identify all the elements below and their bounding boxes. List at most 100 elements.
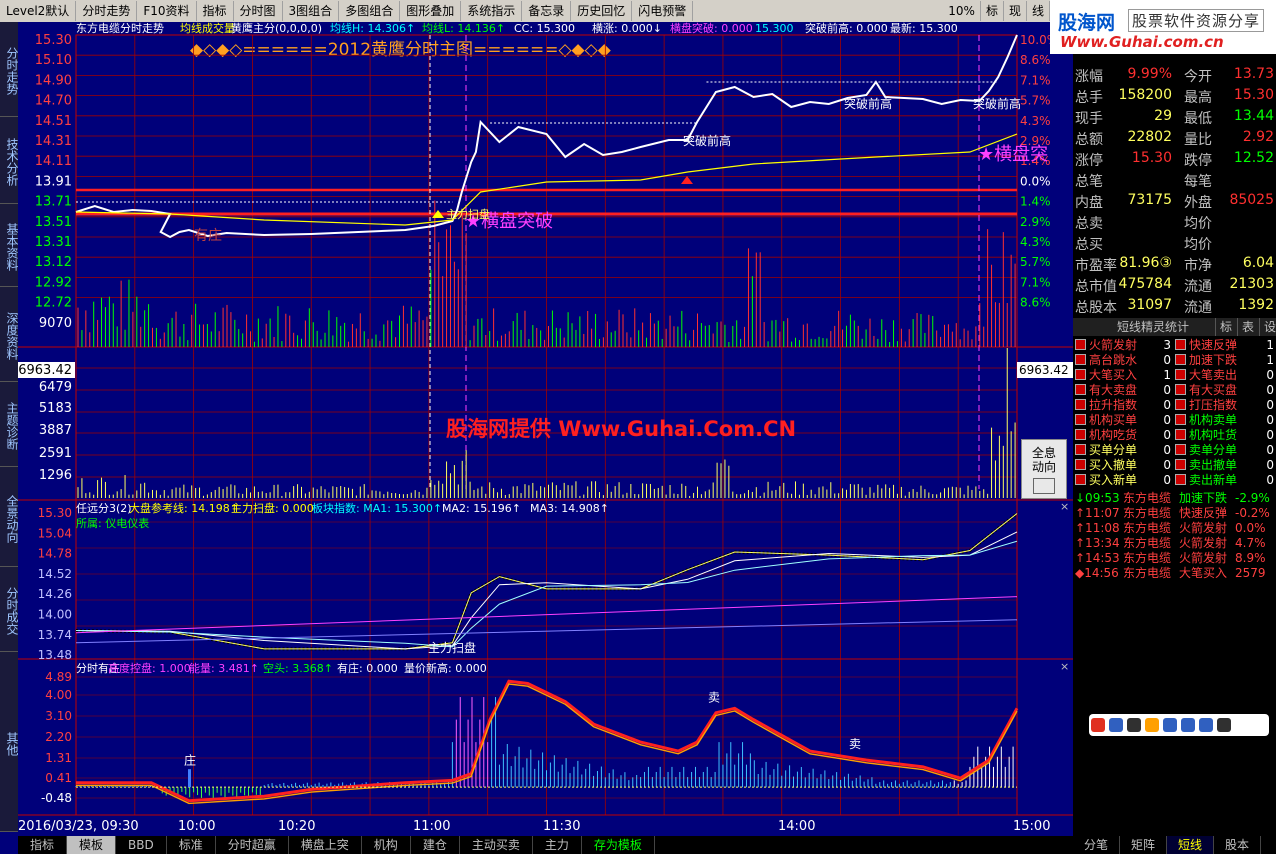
sprite-tab[interactable]: 标 [1215, 318, 1236, 336]
close-icon[interactable]: × [1060, 500, 1069, 513]
signal-row[interactable]: 拉升指数 0 [1075, 398, 1171, 413]
checkbox-icon[interactable] [1175, 444, 1186, 455]
checkbox-icon[interactable] [1075, 444, 1086, 455]
checkbox-icon[interactable] [1075, 474, 1086, 485]
left-tab[interactable]: 分时成交 [0, 567, 19, 652]
bottom-tab[interactable]: 标准 [166, 836, 216, 854]
menu-item[interactable]: 系统指示 [461, 1, 523, 21]
bottom-tab[interactable]: BBD [116, 836, 167, 854]
right-tab[interactable]: 分笔 [1073, 836, 1121, 854]
menu-item[interactable]: 历史回忆 [571, 1, 633, 21]
bottom-tab[interactable]: 指标 [18, 836, 68, 854]
toolbar-icon[interactable] [1181, 718, 1195, 732]
sprite-tab[interactable]: 表 [1237, 318, 1258, 336]
signal-row[interactable]: 有大买盘 0 [1175, 383, 1274, 398]
checkbox-icon[interactable] [1175, 354, 1186, 365]
bottom-tab[interactable]: 存为模板 [581, 836, 655, 854]
toolbar-icon[interactable] [1163, 718, 1177, 732]
checkbox-icon[interactable] [1075, 384, 1086, 395]
menu-toggle[interactable]: 线 [1027, 1, 1050, 21]
signal-row[interactable]: 加速下跌 1 [1175, 353, 1274, 368]
signal-row[interactable]: 机构吐货 0 [1175, 428, 1274, 443]
right-tab[interactable]: 矩阵 [1120, 836, 1168, 854]
toolbar-icon[interactable] [1199, 718, 1213, 732]
bottom-tab[interactable]: 主力 [532, 836, 582, 854]
signal-row[interactable]: 大笔卖出 0 [1175, 368, 1274, 383]
menu-item[interactable]: 指标 [197, 1, 234, 21]
signal-row[interactable]: 卖出撤单 0 [1175, 458, 1274, 473]
menu-toggle[interactable]: 标 [981, 1, 1004, 21]
checkbox-icon[interactable] [1175, 429, 1186, 440]
bottom-tab[interactable]: 模板 [67, 836, 117, 854]
left-tab[interactable]: 分时走势 [0, 22, 19, 117]
checkbox-icon[interactable] [1175, 369, 1186, 380]
menu-item[interactable]: 备忘录 [522, 1, 572, 21]
close-icon[interactable]: × [1060, 660, 1069, 673]
checkbox-icon[interactable] [1175, 399, 1186, 410]
signal-row[interactable]: 有大卖盘 0 [1075, 383, 1171, 398]
checkbox-icon[interactable] [1075, 399, 1086, 410]
right-tab[interactable]: 短线 [1167, 836, 1215, 854]
bottom-tab[interactable]: 主动买卖 [459, 836, 533, 854]
signal-row[interactable]: 卖出新单 0 [1175, 473, 1274, 488]
log-row[interactable]: ◆14:56 东方电缆 大笔买入 2579 [1075, 566, 1275, 581]
left-tab[interactable]: 其他 [0, 652, 19, 832]
log-row[interactable]: ↑13:34 东方电缆 火箭发射 4.7% [1075, 536, 1275, 551]
signal-row[interactable]: 买入新单 0 [1075, 473, 1171, 488]
signal-row[interactable]: 卖单分单 0 [1175, 443, 1274, 458]
left-tab[interactable]: 全景动向 [0, 467, 19, 567]
checkbox-icon[interactable] [1075, 369, 1086, 380]
menu-toggle[interactable]: 10% [943, 1, 981, 21]
intraday-chart[interactable]: 东方电缆分时走势 均线 成交量黄鹰主分(0,0,0,0) 均线H: 14.306↑ 均线… [18, 22, 1073, 836]
left-tab[interactable]: 基本资料 [0, 204, 19, 287]
signal-row[interactable]: 买入撤单 0 [1075, 458, 1171, 473]
left-tab[interactable]: 深度资料 [0, 287, 19, 382]
checkbox-icon[interactable] [1075, 339, 1086, 350]
checkbox-icon[interactable] [1175, 474, 1186, 485]
toolbar-icon[interactable] [1127, 718, 1141, 732]
toolbar-icon[interactable] [1091, 718, 1105, 732]
toolbar-icon[interactable] [1217, 718, 1231, 732]
checkbox-icon[interactable] [1075, 414, 1086, 425]
bottom-tab[interactable]: 机构 [361, 836, 411, 854]
signal-row[interactable]: 大笔买入 1 [1075, 368, 1171, 383]
log-row[interactable]: ↑11:07 东方电缆 快速反弹 -0.2% [1075, 506, 1275, 521]
bottom-tab[interactable]: 分时超赢 [215, 836, 289, 854]
checkbox-icon[interactable] [1175, 414, 1186, 425]
signal-row[interactable]: 机构吃货 0 [1075, 428, 1171, 443]
checkbox-icon[interactable] [1075, 354, 1086, 365]
toolbar-icon[interactable] [1145, 718, 1159, 732]
menu-item[interactable]: 闪电预警 [632, 1, 694, 21]
signal-row[interactable]: 机构卖单 0 [1175, 413, 1274, 428]
signal-row[interactable]: 打压指数 0 [1175, 398, 1274, 413]
signal-row[interactable]: 火箭发射 3 [1075, 338, 1171, 353]
signal-row[interactable]: 快速反弹 1 [1175, 338, 1274, 353]
menu-item[interactable]: F10资料 [137, 1, 197, 21]
menu-item[interactable]: 图形叠加 [400, 1, 462, 21]
signal-row[interactable]: 机构买单 0 [1075, 413, 1171, 428]
sprite-tab[interactable]: 设 [1259, 318, 1276, 336]
left-tab[interactable]: 技术分析 [0, 117, 19, 204]
menu-item[interactable]: 分时走势 [76, 1, 138, 21]
menu-item[interactable]: Level2默认 [0, 1, 77, 21]
log-row[interactable]: ↓09:53 东方电缆 加速下跌 -2.9% [1075, 491, 1275, 506]
checkbox-icon[interactable] [1175, 339, 1186, 350]
menu-item[interactable]: 分时图 [234, 1, 283, 21]
bottom-tab[interactable]: 横盘上突 [288, 836, 362, 854]
quanxi-button[interactable]: 全息动向 [1021, 439, 1067, 499]
log-row[interactable]: ↑11:08 东方电缆 火箭发射 0.0% [1075, 521, 1275, 536]
menu-item[interactable]: 3图组合 [283, 1, 340, 21]
menu-item[interactable]: 多图组合 [339, 1, 401, 21]
toolbar-icon[interactable] [1109, 718, 1123, 732]
log-row[interactable]: ↑14:53 东方电缆 火箭发射 8.9% [1075, 551, 1275, 566]
checkbox-icon[interactable] [1175, 384, 1186, 395]
signal-row[interactable]: 买单分单 0 [1075, 443, 1171, 458]
bottom-tab[interactable]: 建仓 [410, 836, 460, 854]
left-tab[interactable]: 主题诊断 [0, 382, 19, 467]
checkbox-icon[interactable] [1075, 429, 1086, 440]
checkbox-icon[interactable] [1175, 459, 1186, 470]
right-tab[interactable]: 股本 [1214, 836, 1262, 854]
signal-row[interactable]: 高台跳水 0 [1075, 353, 1171, 368]
checkbox-icon[interactable] [1075, 459, 1086, 470]
menu-toggle[interactable]: 现 [1004, 1, 1027, 21]
